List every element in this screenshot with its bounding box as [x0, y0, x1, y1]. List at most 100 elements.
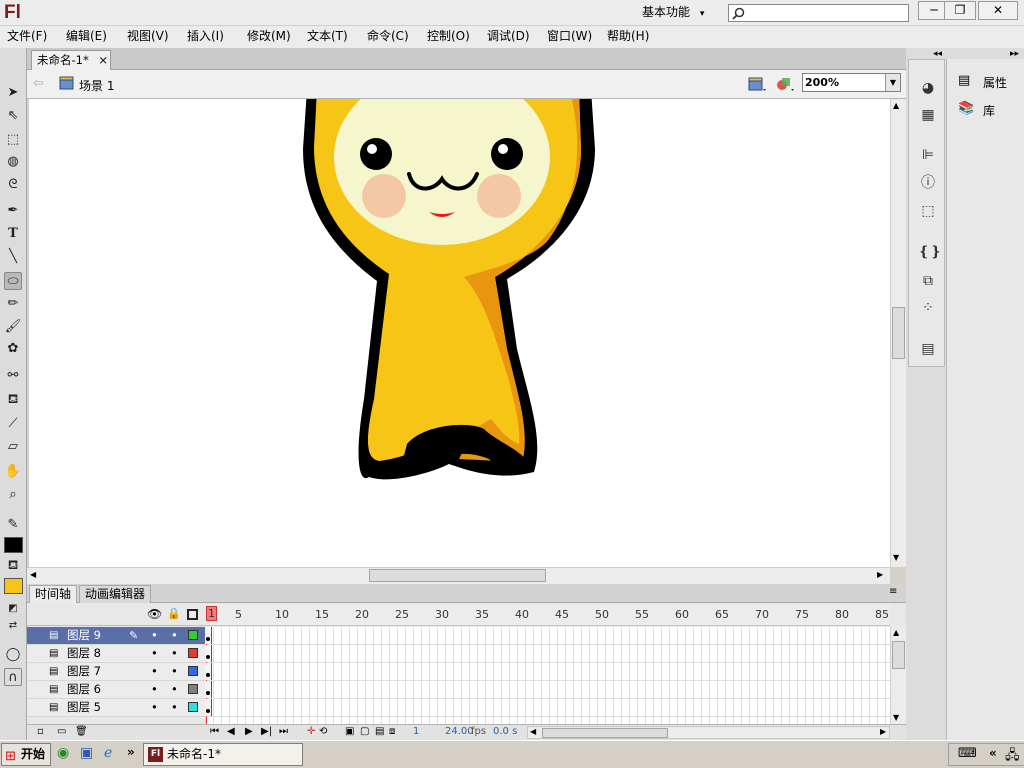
- menu-modify[interactable]: 修改(M): [247, 27, 291, 45]
- layer-name[interactable]: 图层 5: [67, 699, 101, 716]
- scroll-right-arrow-icon[interactable]: ▶: [877, 570, 883, 579]
- document-tab[interactable]: 未命名-1* ×: [31, 50, 111, 70]
- layer-lock-dot[interactable]: •: [171, 627, 178, 644]
- tl-hscroll-thumb[interactable]: [542, 728, 668, 738]
- swap-colors-icon[interactable]: ⇄: [4, 617, 22, 635]
- layer-outline-color[interactable]: [188, 630, 198, 640]
- onion-skin-icon[interactable]: ▣: [345, 726, 354, 737]
- layer-visible-dot[interactable]: •: [151, 663, 158, 680]
- layer-outline-color[interactable]: [188, 684, 198, 694]
- ie-icon[interactable]: ℯ: [104, 745, 112, 761]
- lock-icon[interactable]: 🔒: [167, 607, 181, 620]
- start-button[interactable]: ⊞ 开始: [1, 743, 51, 766]
- layer-row[interactable]: ▤ 图层 6 • •: [27, 681, 205, 699]
- line-tool-icon[interactable]: ╲: [4, 248, 22, 266]
- modify-markers-icon[interactable]: ⧈: [389, 726, 395, 737]
- layer-name[interactable]: 图层 8: [67, 645, 101, 662]
- motion-presets-icon[interactable]: ⁘: [918, 298, 938, 318]
- snap-to-objects-icon[interactable]: ∩: [4, 668, 22, 686]
- tl-vscroll-thumb[interactable]: [892, 641, 905, 669]
- collapse-panels-icon[interactable]: ▸▸: [1010, 49, 1019, 59]
- quicklaunch-chevron[interactable]: »: [127, 745, 135, 759]
- object-drawing-icon[interactable]: ◯: [4, 646, 22, 664]
- show-hide-eye-icon[interactable]: 👁: [147, 607, 162, 621]
- layer-visible-dot[interactable]: •: [151, 645, 158, 662]
- menu-view[interactable]: 视图(V): [127, 27, 169, 45]
- pen-tool-icon[interactable]: ✒: [4, 202, 22, 220]
- elapsed-time[interactable]: 0.0 s: [493, 726, 517, 737]
- selection-tool-icon[interactable]: ➤: [4, 84, 22, 102]
- outline-toggle-icon[interactable]: [187, 609, 198, 620]
- stage-vertical-scrollbar[interactable]: ▲ ▼: [890, 99, 906, 567]
- edit-multiple-icon[interactable]: ▤: [375, 726, 384, 737]
- stage-horizontal-scrollbar[interactable]: ◀ ▶: [27, 567, 890, 584]
- project-panel-icon[interactable]: ▤: [918, 339, 938, 359]
- frame-grid[interactable]: [205, 627, 890, 725]
- layer-lock-dot[interactable]: •: [171, 645, 178, 662]
- menu-insert[interactable]: 插入(I): [187, 27, 224, 45]
- pencil-tool-icon[interactable]: ✏: [4, 295, 22, 313]
- workspace-switcher[interactable]: 基本功能 ▾: [634, 3, 714, 23]
- layer-name[interactable]: 图层 6: [67, 681, 101, 698]
- character-artwork[interactable]: [29, 99, 890, 567]
- browser-icon[interactable]: ◉: [57, 745, 69, 761]
- layer-row[interactable]: ▤ 图层 9 ✎ • •: [27, 627, 205, 645]
- layer-outline-color[interactable]: [188, 648, 198, 658]
- timeline-vertical-scrollbar[interactable]: ▲ ▼: [890, 627, 906, 725]
- stage-vscroll-thumb[interactable]: [892, 307, 905, 359]
- tl-scroll-up-icon[interactable]: ▲: [893, 628, 899, 637]
- eyedropper-tool-icon[interactable]: ⟋: [4, 415, 22, 433]
- stage-canvas[interactable]: [29, 99, 890, 567]
- close-tab-icon[interactable]: ×: [98, 53, 108, 67]
- default-colors-icon[interactable]: ◩: [4, 600, 22, 618]
- stroke-color-swatch[interactable]: [4, 537, 23, 553]
- timeline-horizontal-scrollbar[interactable]: ◀ ▶: [527, 726, 890, 739]
- menu-help[interactable]: 帮助(H): [607, 27, 649, 45]
- network-icon[interactable]: 🖧: [1005, 746, 1020, 768]
- new-folder-icon[interactable]: ▭: [57, 726, 66, 737]
- tab-motion-editor[interactable]: 动画编辑器: [79, 585, 152, 603]
- paint-bucket-tool-icon[interactable]: ⛾: [4, 391, 22, 409]
- color-panel-icon[interactable]: ◕: [918, 78, 938, 98]
- scroll-down-arrow-icon[interactable]: ▼: [893, 553, 899, 562]
- deco-tool-icon[interactable]: ✿: [4, 340, 22, 358]
- menu-edit[interactable]: 编辑(E): [66, 27, 107, 45]
- menu-commands[interactable]: 命令(C): [367, 27, 409, 45]
- layer-row[interactable]: ▤ 图层 8 • •: [27, 645, 205, 663]
- layer-name[interactable]: 图层 7: [67, 663, 101, 680]
- brush-tool-icon[interactable]: 🖌: [4, 318, 22, 336]
- layer-outline-color[interactable]: [188, 666, 198, 676]
- layer-visible-dot[interactable]: •: [151, 699, 158, 716]
- edit-scene-icon[interactable]: [748, 76, 768, 93]
- keyframe[interactable]: [205, 627, 212, 644]
- last-frame-icon[interactable]: ⏭: [279, 726, 288, 737]
- transform-panel-icon[interactable]: ⬚: [918, 201, 938, 221]
- next-frame-icon[interactable]: ▶|: [261, 726, 272, 737]
- restore-button[interactable]: ❐: [944, 1, 976, 20]
- text-tool-icon[interactable]: T: [4, 225, 22, 243]
- layer-visible-dot[interactable]: •: [151, 681, 158, 698]
- scroll-left-arrow-icon[interactable]: ◀: [30, 570, 36, 579]
- actions-panel-icon[interactable]: ❴❵: [918, 242, 941, 262]
- library-panel-tab[interactable]: 📚 库: [947, 99, 1024, 121]
- edit-symbols-icon[interactable]: [775, 75, 797, 93]
- tl-scroll-down-icon[interactable]: ▼: [893, 713, 899, 722]
- layer-lock-dot[interactable]: •: [171, 681, 178, 698]
- prev-frame-icon[interactable]: ◀: [227, 726, 235, 737]
- new-layer-icon[interactable]: ▫: [37, 726, 44, 737]
- tl-scroll-right-icon[interactable]: ▶: [880, 727, 886, 736]
- menu-debug[interactable]: 调试(D): [487, 27, 530, 45]
- play-icon[interactable]: ▶: [245, 726, 253, 737]
- desktop-icon[interactable]: ▣: [80, 745, 93, 761]
- layer-row[interactable]: ▤ 图层 7 • •: [27, 663, 205, 681]
- taskbar-flash-window[interactable]: Fl 未命名-1*: [143, 743, 303, 766]
- free-transform-tool-icon[interactable]: ⬚: [4, 131, 22, 149]
- stage-hscroll-thumb[interactable]: [369, 569, 546, 582]
- back-arrow-icon[interactable]: ⇦: [33, 76, 44, 91]
- menu-control[interactable]: 控制(O): [427, 27, 470, 45]
- menu-file[interactable]: 文件(F): [7, 27, 47, 45]
- first-frame-icon[interactable]: ⏮: [210, 726, 219, 737]
- info-panel-icon[interactable]: ⓘ: [918, 173, 938, 193]
- lasso-tool-icon[interactable]: ᘓ: [4, 176, 22, 194]
- bone-tool-icon[interactable]: ⚯: [4, 367, 22, 385]
